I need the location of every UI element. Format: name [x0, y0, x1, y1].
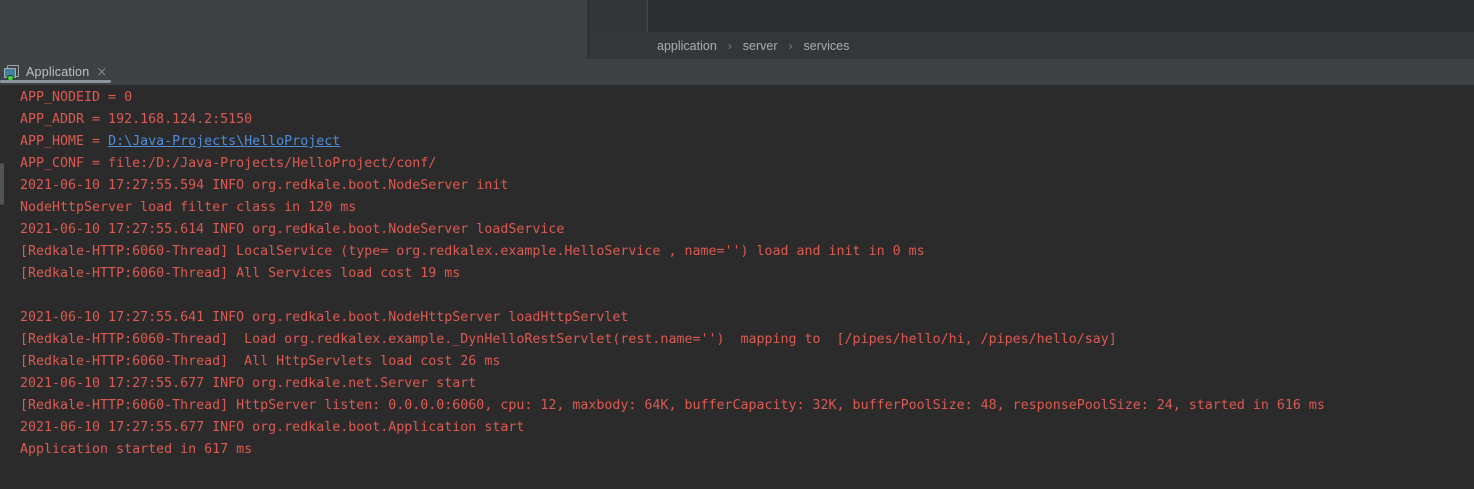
console-line: [Redkale-HTTP:6060-Thread] All HttpServl… [20, 351, 1474, 373]
console-text: APP_ADDR = 192.168.124.2:5150 [20, 112, 252, 127]
console-line: 2021-06-10 17:27:55.677 INFO org.redkale… [20, 417, 1474, 439]
console-text: [Redkale-HTTP:6060-Thread] Load org.redk… [20, 332, 1117, 347]
console-text: 2021-06-10 17:27:55.594 INFO org.redkale… [20, 178, 508, 193]
ide-window: application › server › services Application … [0, 0, 1474, 489]
chevron-right-icon: › [789, 39, 793, 53]
console-line: Application started in 617 ms [20, 439, 1474, 461]
console-text: 2021-06-10 17:27:55.677 INFO org.redkale… [20, 376, 476, 391]
console-text: APP_CONF = file:/D:/Java-Projects/HelloP… [20, 156, 436, 171]
active-tab-underline [0, 80, 111, 83]
editor-area [0, 0, 588, 59]
console-line: APP_NODEID = 0 [20, 87, 1474, 109]
console-text: NodeHttpServer load filter class in 120 … [20, 200, 356, 215]
console-line [20, 285, 1474, 307]
console-line: 2021-06-10 17:27:55.641 INFO org.redkale… [20, 307, 1474, 329]
console-text: [Redkale-HTTP:6060-Thread] All HttpServl… [20, 354, 500, 369]
console-text: Application started in 617 ms [20, 442, 252, 457]
console-text: [Redkale-HTTP:6060-Thread] HttpServer li… [20, 398, 1325, 413]
console-line: NodeHttpServer load filter class in 120 … [20, 197, 1474, 219]
console-text: [Redkale-HTTP:6060-Thread] All Services … [20, 266, 460, 281]
console-line: 2021-06-10 17:27:55.614 INFO org.redkale… [20, 219, 1474, 241]
chevron-right-icon: › [728, 39, 732, 53]
console-line: [Redkale-HTTP:6060-Thread] LocalService … [20, 241, 1474, 263]
console-text: APP_NODEID = 0 [20, 90, 132, 105]
console-hyperlink[interactable]: D:\Java-Projects\HelloProject [108, 134, 340, 149]
console-text: 2021-06-10 17:27:55.641 INFO org.redkale… [20, 310, 628, 325]
scrollbar-thumb[interactable] [0, 163, 4, 205]
console-line: [Redkale-HTTP:6060-Thread] HttpServer li… [20, 395, 1474, 417]
tab-label: Application [26, 65, 89, 79]
console-line: APP_CONF = file:/D:/Java-Projects/HelloP… [20, 153, 1474, 175]
console-line: APP_HOME = D:\Java-Projects\HelloProject [20, 131, 1474, 153]
console-text: [Redkale-HTTP:6060-Thread] LocalService … [20, 244, 925, 259]
console-line: APP_ADDR = 192.168.124.2:5150 [20, 109, 1474, 131]
console-text: APP_HOME = [20, 134, 108, 149]
console-log-text: APP_NODEID = 0 APP_ADDR = 192.168.124.2:5… [20, 87, 1474, 461]
run-toolwindow-tabbar: Application × [0, 59, 1474, 85]
editor-gutter-strip [589, 0, 648, 32]
console-output[interactable]: APP_NODEID = 0 APP_ADDR = 192.168.124.2:5… [0, 85, 1474, 489]
console-text: 2021-06-10 17:27:55.614 INFO org.redkale… [20, 222, 564, 237]
console-text: 2021-06-10 17:27:55.677 INFO org.redkale… [20, 420, 524, 435]
breadcrumb-item-server[interactable]: server [743, 39, 778, 53]
close-icon[interactable]: × [96, 66, 107, 79]
editor-top-strip [649, 0, 1474, 32]
run-console-icon [4, 64, 21, 81]
breadcrumb-item-application[interactable]: application [657, 39, 717, 53]
console-line: 2021-06-10 17:27:55.677 INFO org.redkale… [20, 373, 1474, 395]
console-line: [Redkale-HTTP:6060-Thread] Load org.redk… [20, 329, 1474, 351]
console-line: 2021-06-10 17:27:55.594 INFO org.redkale… [20, 175, 1474, 197]
breadcrumb: application › server › services [589, 32, 1474, 59]
breadcrumb-item-services[interactable]: services [804, 39, 850, 53]
console-line: [Redkale-HTTP:6060-Thread] All Services … [20, 263, 1474, 285]
